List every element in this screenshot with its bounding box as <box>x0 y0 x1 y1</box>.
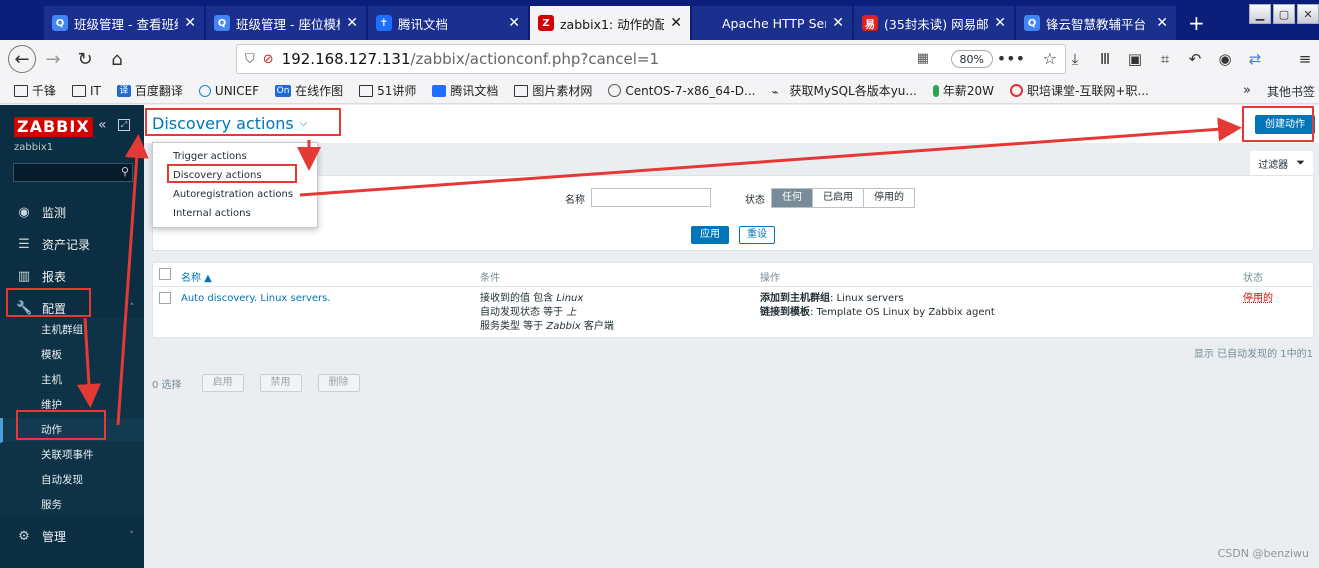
annotation-arrows <box>76 117 1242 426</box>
arrow-dropdown-to-create <box>299 117 1242 197</box>
watermark: CSDN @benziwu <box>1217 547 1309 560</box>
arrow-actions-to-title <box>116 134 149 426</box>
arrow-config-to-actions <box>76 317 101 408</box>
